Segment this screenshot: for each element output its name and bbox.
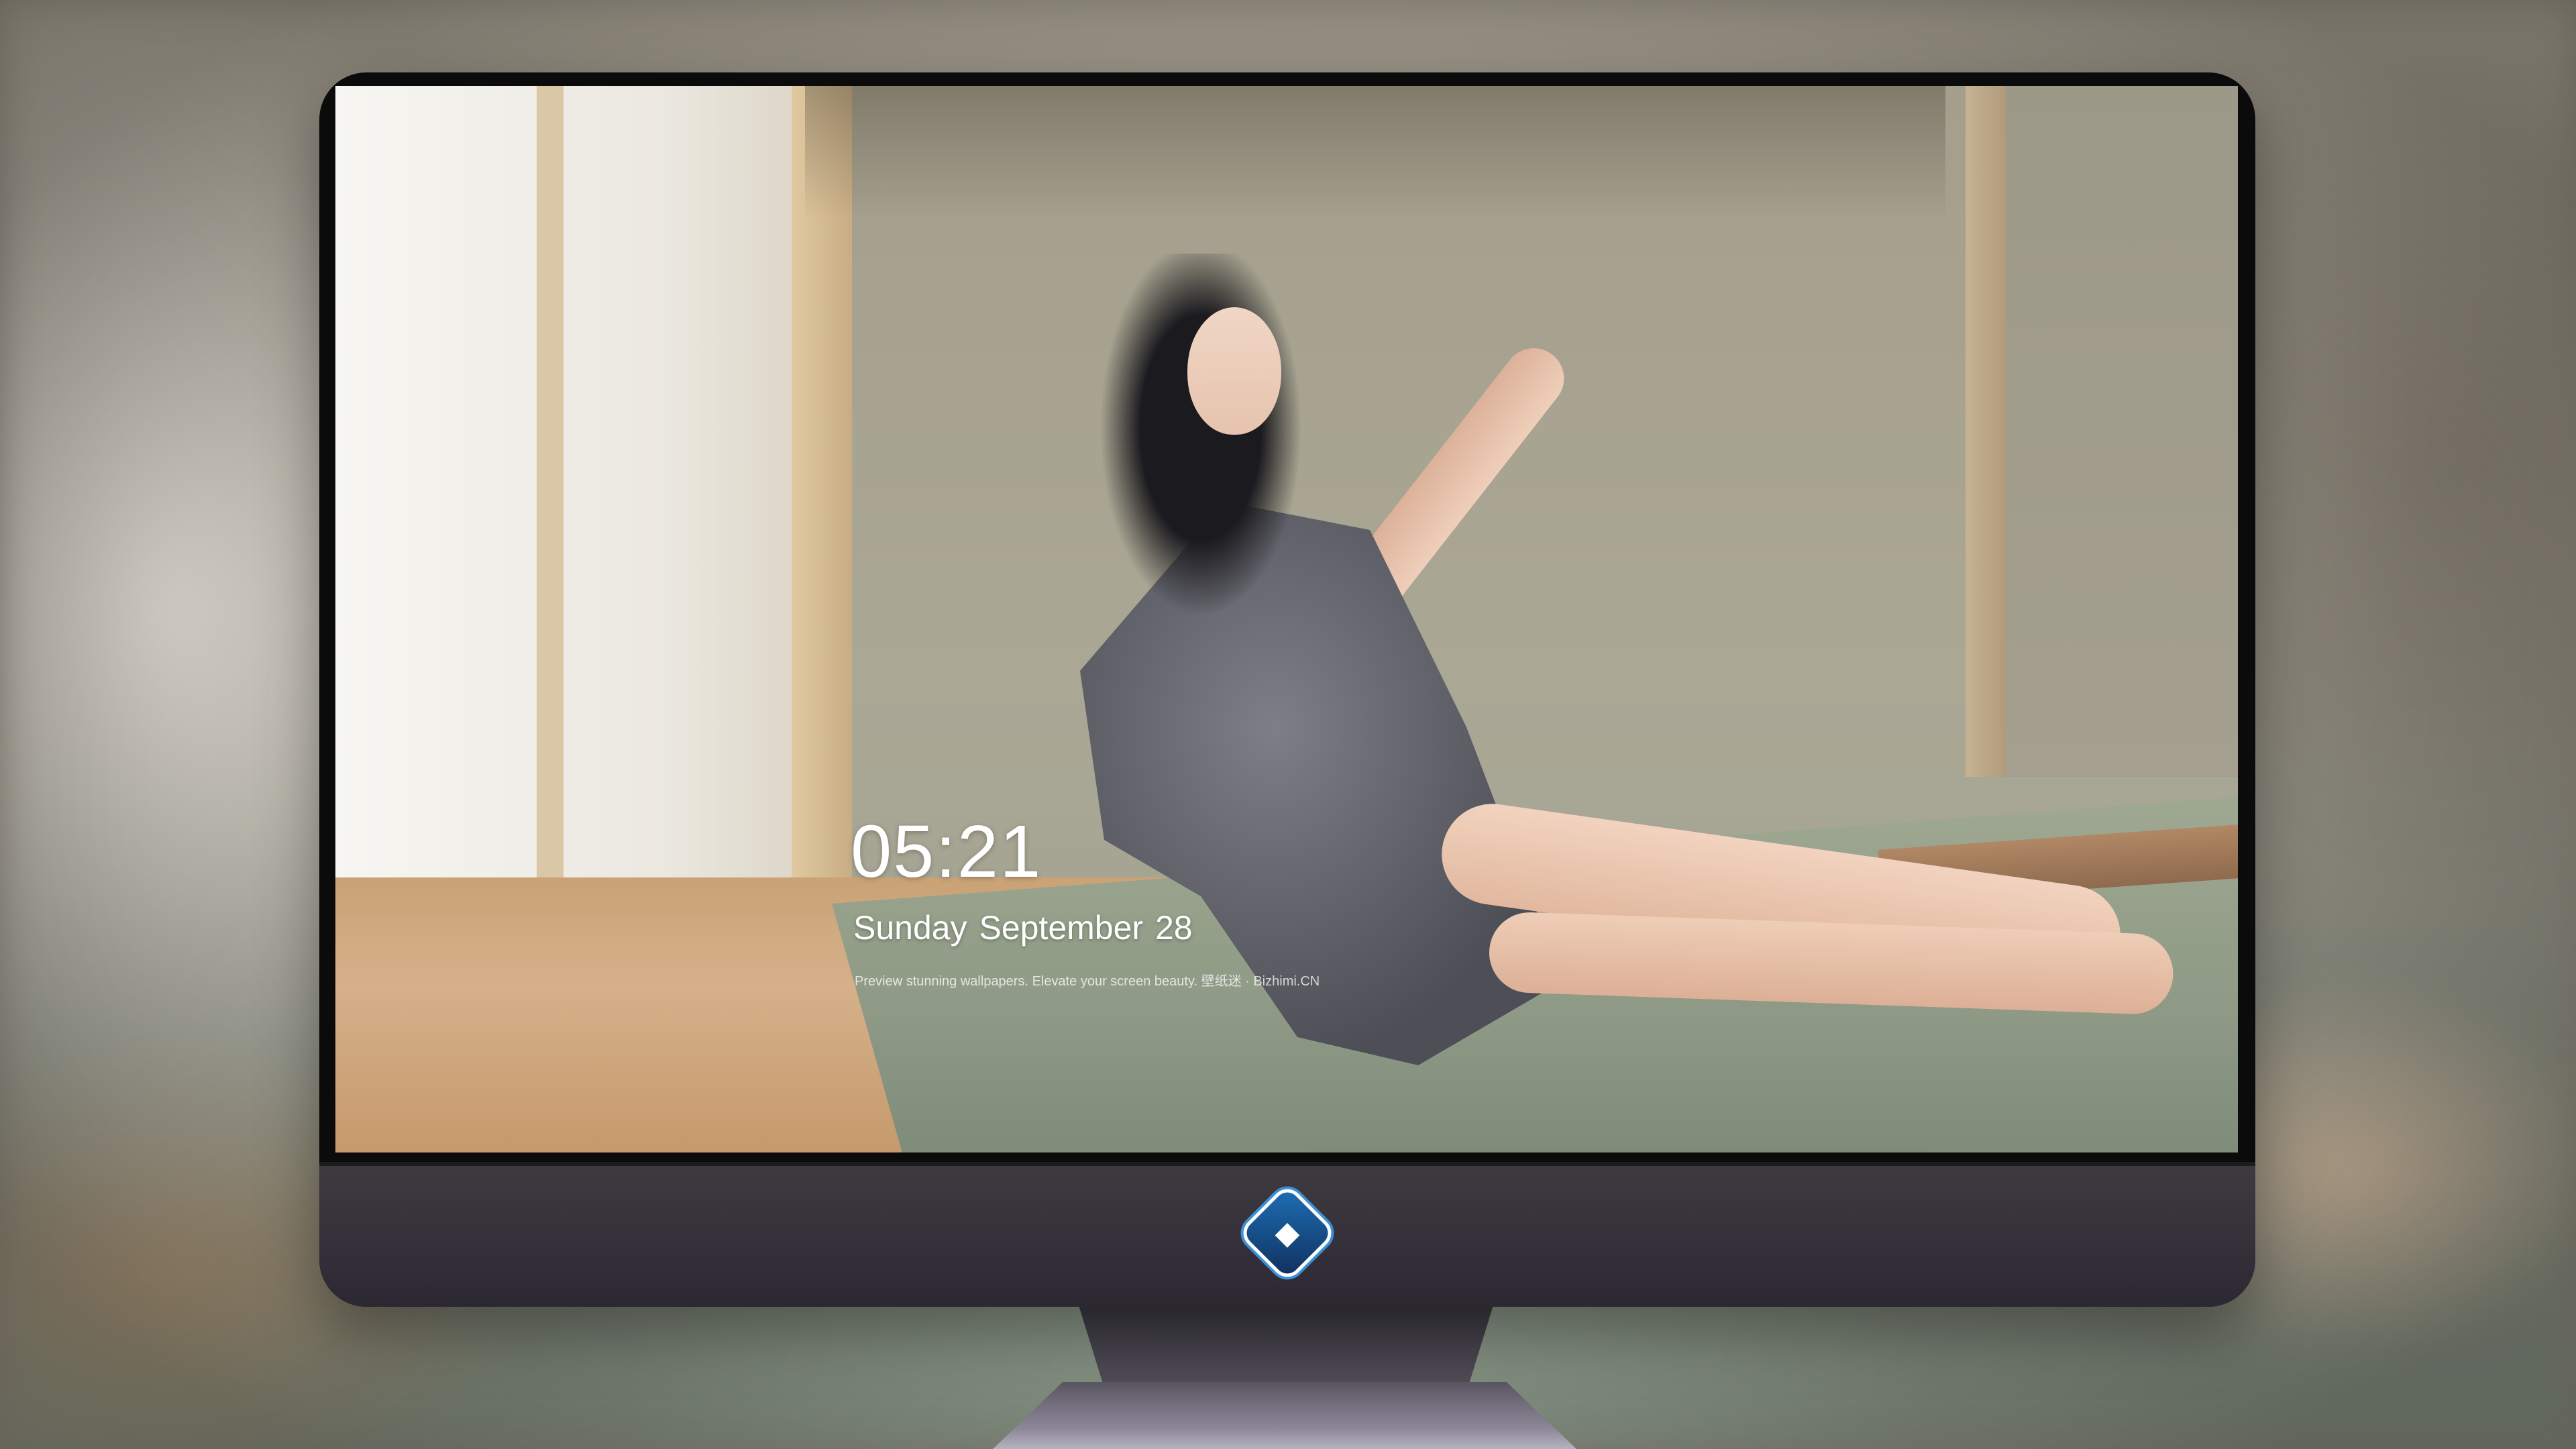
wallpaper-right-wall <box>2006 86 2238 777</box>
lock-screen[interactable]: 05:21 Sunday September 28 Preview stunni… <box>335 86 2238 1152</box>
monitor-stand-base <box>993 1382 1576 1449</box>
wallpaper-window <box>335 86 805 945</box>
monitor: 05:21 Sunday September 28 Preview stunni… <box>319 72 2255 1307</box>
monitor-chin: ◆ <box>319 1162 2255 1307</box>
wallpaper-figure-hair <box>1100 254 1301 629</box>
wallpaper-right-post <box>1966 86 2006 777</box>
dragon-logo-icon: ◆ <box>1275 1214 1300 1252</box>
wallpaper-shadow <box>805 86 1945 220</box>
desktop-scene: 05:21 Sunday September 28 Preview stunni… <box>0 0 2576 1449</box>
wallpaper-figure-face <box>1187 307 1281 435</box>
lock-tagline: Preview stunning wallpapers. Elevate you… <box>855 974 1320 989</box>
lock-date: Sunday September 28 <box>853 909 1193 947</box>
monitor-stand-neck <box>1079 1305 1493 1386</box>
wallpaper <box>335 86 2238 1152</box>
lock-clock: 05:21 <box>851 810 1042 893</box>
wallpaper-post <box>537 86 564 945</box>
